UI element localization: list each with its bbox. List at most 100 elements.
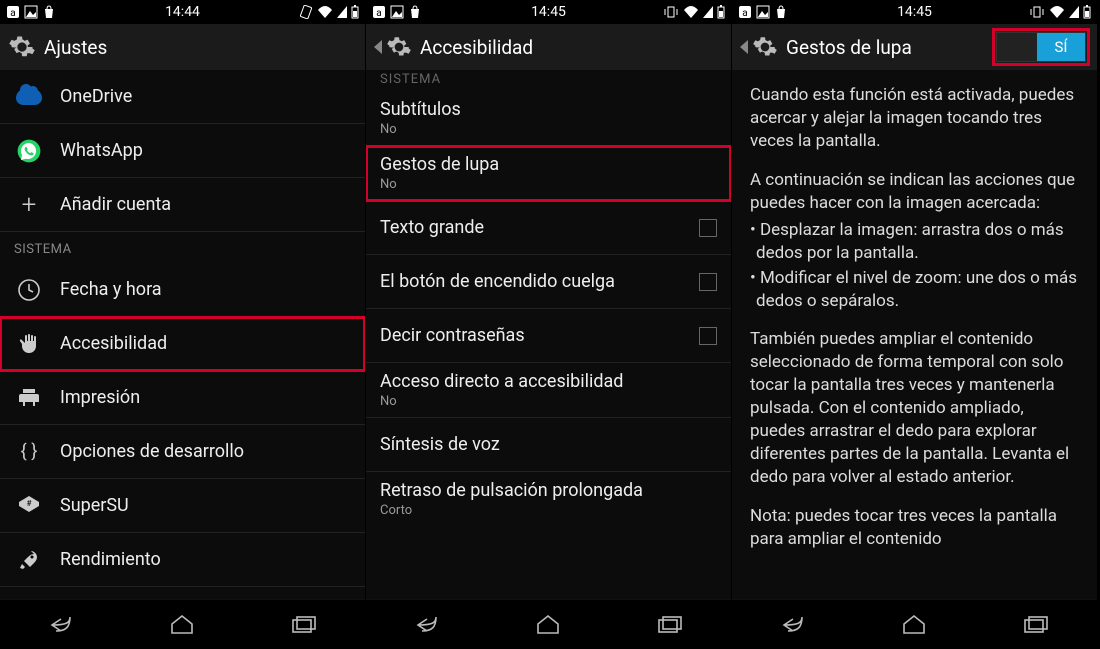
chevron-left-icon — [740, 40, 748, 54]
status-time: 14:44 — [165, 4, 200, 20]
row-about-phone[interactable]: Información del teléfono — [0, 587, 365, 599]
rotate-icon — [299, 5, 313, 19]
section-cut: SISTEMA — [366, 70, 731, 91]
printer-icon — [14, 383, 44, 413]
row-label: Accesibilidad — [60, 333, 351, 354]
home-button[interactable] — [889, 610, 939, 640]
back-button[interactable] — [768, 610, 818, 640]
row-accessibility-shortcut[interactable]: Acceso directo a accesibilidad No — [366, 363, 731, 418]
row-label: Subtítulos — [380, 99, 717, 120]
desc-p3: También puedes ampliar el contenido sele… — [750, 328, 1079, 489]
amazon-icon: a — [372, 5, 386, 19]
back-button[interactable] — [36, 610, 86, 640]
action-bar: Gestos de lupa SÍ — [732, 24, 1097, 70]
row-date-time[interactable]: Fecha y hora — [0, 263, 365, 317]
row-speak-passwords[interactable]: Decir contraseñas — [366, 309, 731, 363]
back-to-settings[interactable] — [374, 34, 412, 60]
row-label: Añadir cuenta — [60, 194, 351, 215]
signal-icon — [703, 5, 713, 19]
action-bar: Accesibilidad — [366, 24, 731, 70]
header-title: Gestos de lupa — [786, 36, 912, 59]
row-label: OneDrive — [60, 86, 351, 107]
row-subtitles[interactable]: Subtítulos No — [366, 91, 731, 146]
row-label: Rendimiento — [60, 549, 351, 570]
desc-p2: A continuación se indican las acciones q… — [750, 169, 1079, 215]
recent-button[interactable] — [1011, 610, 1061, 640]
status-bar: a 14:45 — [366, 0, 731, 24]
desc-bullet2: • Modificar el nivel de zoom: une dos o … — [750, 267, 1079, 313]
header-title: Accesibilidad — [420, 36, 533, 59]
row-whatsapp[interactable]: WhatsApp — [0, 124, 365, 178]
settings-gear-icon — [752, 34, 778, 60]
svg-text:#: # — [27, 499, 32, 508]
battery-icon — [1083, 5, 1091, 19]
row-supersu[interactable]: # SuperSU — [0, 479, 365, 533]
screen-accessibility: a 14:45 Accesibilidad SISTEMA Subtítulos… — [366, 0, 732, 649]
row-label: Decir contraseñas — [380, 325, 691, 346]
nav-bar — [0, 599, 365, 649]
row-label: Texto grande — [380, 217, 691, 238]
status-right-icons — [663, 5, 725, 19]
row-label: WhatsApp — [60, 140, 351, 161]
action-bar: Ajustes — [0, 24, 365, 70]
status-bar: a 14:45 — [732, 0, 1097, 24]
home-button[interactable] — [523, 610, 573, 640]
magnification-description[interactable]: Cuando esta función está activada, puede… — [732, 70, 1097, 599]
section-sistema: SISTEMA — [0, 232, 365, 263]
whatsapp-icon — [14, 136, 44, 166]
checkbox[interactable] — [699, 327, 717, 345]
row-label: Acceso directo a accesibilidad — [380, 371, 717, 392]
svg-text:a: a — [10, 8, 15, 19]
settings-list[interactable]: OneDrive WhatsApp + Añadir cuenta SISTEM… — [0, 70, 365, 599]
image-icon — [756, 5, 770, 19]
toggle-switch[interactable]: SÍ — [996, 32, 1086, 62]
status-time: 14:45 — [531, 4, 566, 20]
image-icon — [24, 5, 38, 19]
row-power-ends-call[interactable]: El botón de encendido cuelga — [366, 255, 731, 309]
checkbox[interactable] — [699, 273, 717, 291]
row-add-account[interactable]: + Añadir cuenta — [0, 178, 365, 232]
svg-text:a: a — [376, 8, 381, 19]
nav-bar — [732, 599, 1097, 649]
plus-icon: + — [14, 190, 44, 220]
status-bar: a 14:44 — [0, 0, 365, 24]
back-button[interactable] — [402, 610, 452, 640]
home-button[interactable] — [157, 610, 207, 640]
checkbox[interactable] — [699, 219, 717, 237]
row-dev-options[interactable]: { } Opciones de desarrollo — [0, 425, 365, 479]
row-accessibility[interactable]: Accesibilidad — [0, 317, 365, 371]
toggle-on-label: SÍ — [1037, 33, 1085, 61]
back-to-accessibility[interactable] — [740, 34, 778, 60]
settings-gear-icon — [386, 34, 412, 60]
clock-icon — [14, 275, 44, 305]
row-long-press[interactable]: Retraso de pulsación prolongada Corto — [366, 472, 731, 526]
chevron-left-icon — [374, 40, 382, 54]
row-label: Gestos de lupa — [380, 154, 717, 175]
battery-icon — [351, 5, 359, 19]
recent-button[interactable] — [279, 610, 329, 640]
screen-settings: a 14:44 Ajustes OneDrive WhatsApp — [0, 0, 366, 649]
row-onedrive[interactable]: OneDrive — [0, 70, 365, 124]
recent-button[interactable] — [645, 610, 695, 640]
battery-icon — [717, 5, 725, 19]
row-label: Fecha y hora — [60, 279, 351, 300]
row-performance[interactable]: Rendimiento — [0, 533, 365, 587]
vibrate-icon — [1029, 5, 1045, 19]
row-print[interactable]: Impresión — [0, 371, 365, 425]
status-left-icons: a — [6, 5, 56, 19]
accessibility-list[interactable]: SISTEMA Subtítulos No Gestos de lupa No … — [366, 70, 731, 599]
settings-gear-icon[interactable] — [8, 33, 36, 61]
header-title: Ajustes — [44, 36, 107, 59]
status-left-icons: a — [372, 5, 422, 19]
desc-p1: Cuando esta función está activada, puede… — [750, 84, 1079, 153]
row-magnification[interactable]: Gestos de lupa No — [366, 146, 731, 201]
row-large-text[interactable]: Texto grande — [366, 201, 731, 255]
row-label: Síntesis de voz — [380, 434, 717, 455]
hand-icon — [14, 329, 44, 359]
supersu-icon: # — [14, 491, 44, 521]
signal-icon — [337, 5, 347, 19]
rocket-icon — [14, 545, 44, 575]
svg-text:a: a — [742, 8, 747, 19]
row-sub: No — [380, 394, 717, 409]
row-tts[interactable]: Síntesis de voz — [366, 418, 731, 472]
